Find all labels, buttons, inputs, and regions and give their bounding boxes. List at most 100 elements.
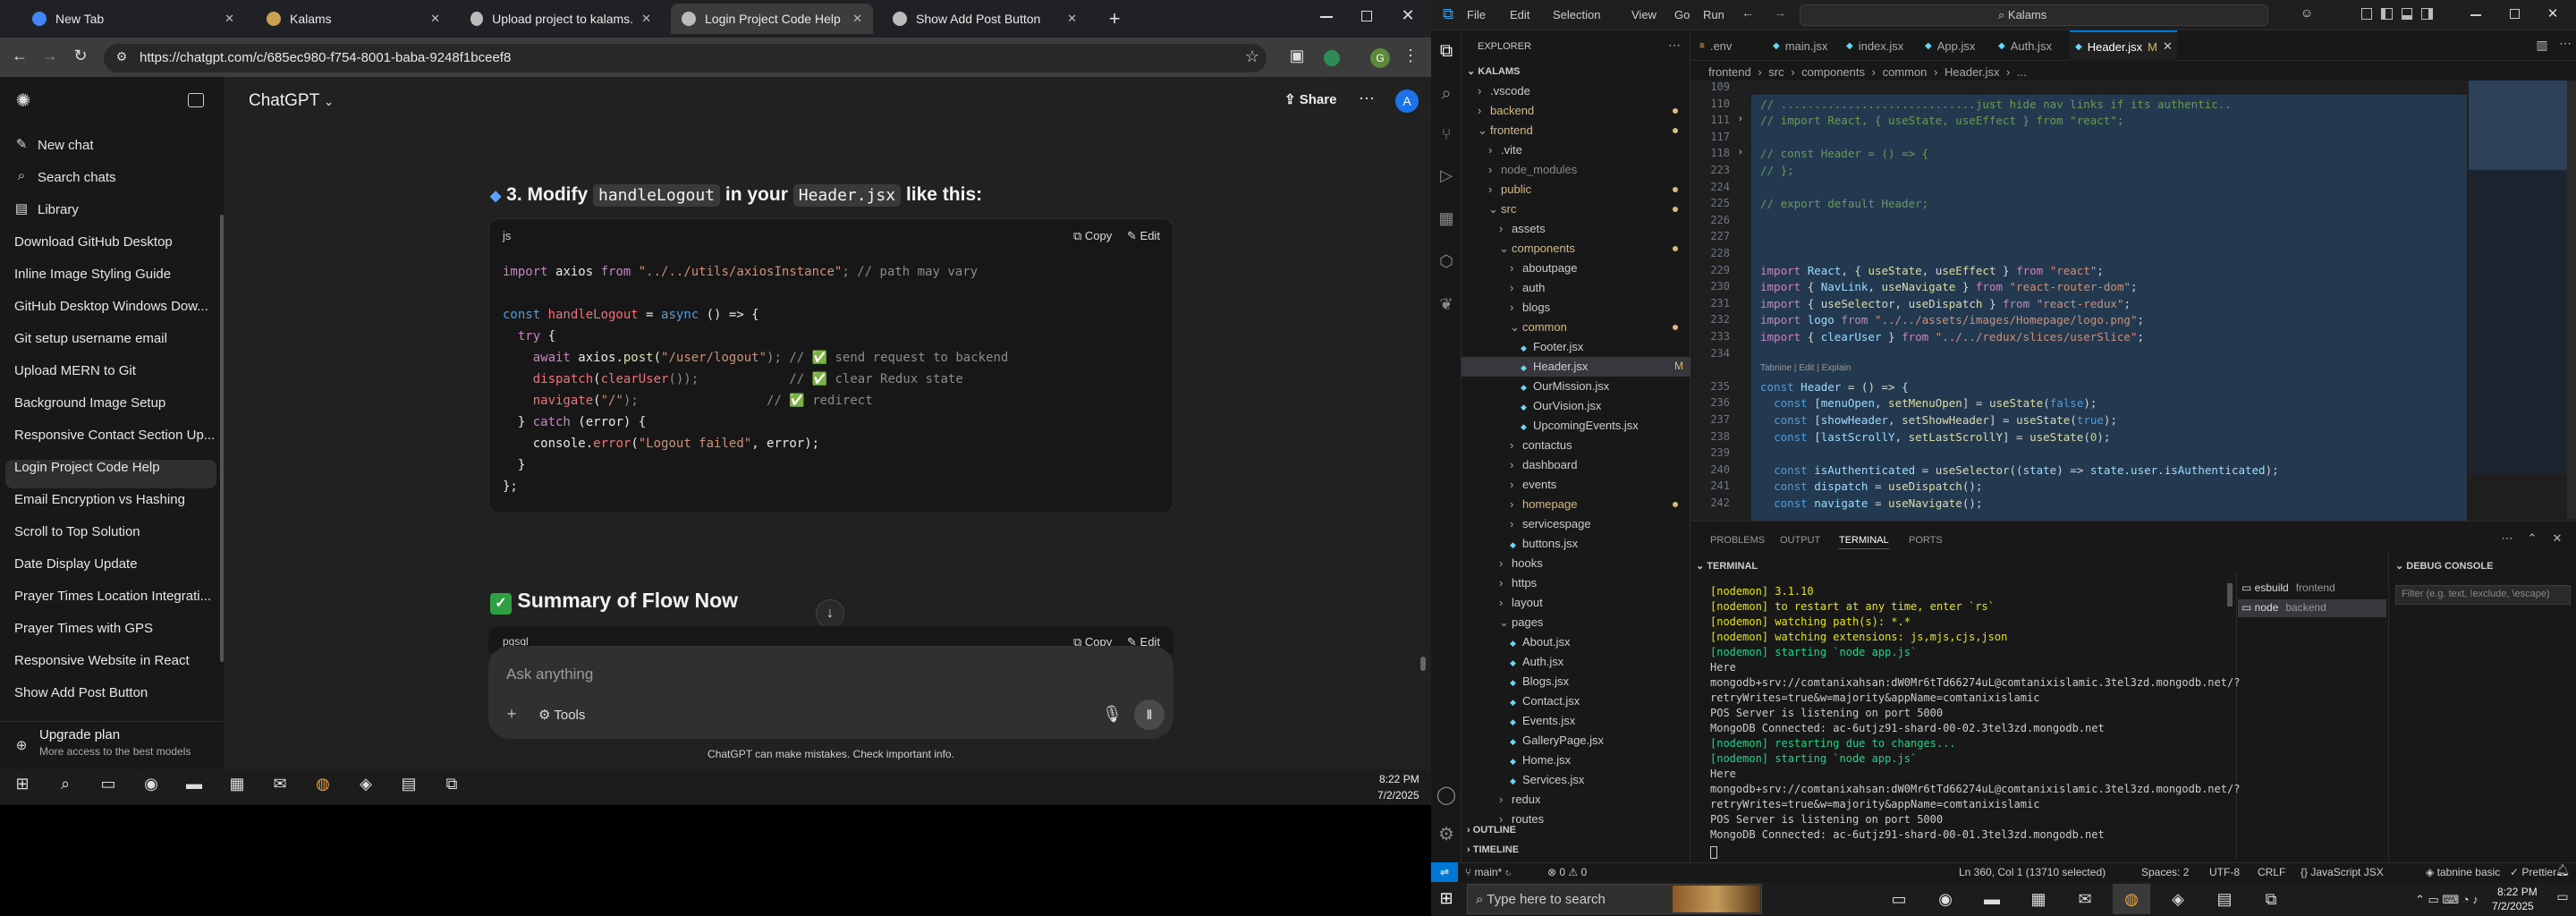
library-button[interactable]: Library <box>38 202 79 217</box>
system-tray[interactable]: ⌃ ▭ ⌨ ◔ ♪ <box>2415 893 2479 907</box>
fold-icon[interactable]: › <box>1739 114 1742 124</box>
history-item[interactable]: Inline Image Styling Guide <box>14 267 171 282</box>
tree-item[interactable]: ⌄ components <box>1499 242 1575 256</box>
tree-item[interactable]: › .vscode <box>1478 84 1530 98</box>
tree-item[interactable]: ◆ Auth.jsx <box>1510 655 1563 668</box>
editor-scrollbar[interactable] <box>2567 81 2576 519</box>
editor-tab[interactable]: ◆ Header.jsx M ✕ <box>2070 30 2177 61</box>
tree-item[interactable]: › hooks <box>1499 556 1543 570</box>
search-chats-button[interactable]: Search chats <box>38 170 116 185</box>
tree-item[interactable]: ◆ buttons.jsx <box>1510 537 1578 550</box>
panel-tab[interactable]: PROBLEMS <box>1710 535 1765 548</box>
browser-tab[interactable]: Login Project Code Help ✕ <box>671 4 873 34</box>
terminal-icon[interactable]: ▤ <box>397 775 420 793</box>
browser-tab[interactable]: Kalams ✕ <box>256 4 451 34</box>
history-item[interactable]: Responsive Website in React <box>14 653 190 668</box>
tab-close-icon[interactable]: ✕ <box>1067 12 1077 26</box>
terminal-scrollbar[interactable] <box>2227 583 2233 606</box>
tools-button[interactable]: ⚙ Tools <box>538 707 585 723</box>
remote-explorer-icon[interactable]: ⬡ <box>1436 252 1457 271</box>
tree-item[interactable]: › auth <box>1510 281 1545 294</box>
tree-item[interactable]: ◆ GalleryPage.jsx <box>1510 734 1604 747</box>
breadcrumb-item[interactable]: frontend <box>1708 65 1751 79</box>
search-icon[interactable]: ⌕ <box>13 168 30 183</box>
store-icon[interactable]: ▦ <box>2027 890 2050 909</box>
history-item[interactable]: Scroll to Top Solution <box>14 524 140 539</box>
history-item[interactable]: GitHub Desktop Windows Dow... <box>14 299 208 314</box>
outline-section[interactable]: › OUTLINE <box>1467 825 1516 835</box>
breadcrumb-item[interactable]: ... <box>2017 65 2027 79</box>
tree-item[interactable]: › routes <box>1499 812 1544 826</box>
language-status[interactable]: {} JavaScript JSX <box>2301 866 2384 878</box>
sidebar-toggle-icon[interactable] <box>188 93 204 107</box>
tree-item[interactable]: › homepage <box>1510 497 1577 511</box>
tree-item[interactable]: ◆ Header.jsx <box>1521 360 1588 373</box>
tree-item[interactable]: › .vite <box>1488 143 1522 157</box>
tree-item[interactable]: › redux <box>1499 793 1541 806</box>
prettier-status[interactable]: ✓ Prettier <box>2510 866 2556 878</box>
minimap-slider[interactable] <box>2469 81 2567 170</box>
close-panel-icon[interactable]: ✕ <box>2549 531 2565 546</box>
tab-close-icon[interactable]: ✕ <box>852 12 862 26</box>
more-options-icon[interactable]: ⋯ <box>1358 89 1376 108</box>
tree-item[interactable]: › node_modules <box>1488 163 1577 176</box>
eol-status[interactable]: CRLF <box>2258 866 2285 878</box>
history-item[interactable]: Prayer Times with GPS <box>14 621 153 636</box>
editor-tab[interactable]: ≡ .env <box>1694 30 1766 61</box>
chat-input[interactable]: Ask anything <box>506 666 1132 683</box>
minimize-button[interactable] <box>1320 16 1333 18</box>
tree-item[interactable]: › layout <box>1499 596 1543 609</box>
tree-item[interactable]: › https <box>1499 576 1537 589</box>
tree-item[interactable]: › events <box>1510 478 1556 491</box>
back-icon[interactable]: ← <box>9 47 30 65</box>
layout-sidebar-icon[interactable] <box>2381 8 2393 20</box>
browser-menu-icon[interactable]: ⋮ <box>1402 47 1419 65</box>
run-debug-icon[interactable]: ▷ <box>1436 166 1457 185</box>
task-view-icon[interactable]: ▭ <box>1887 890 1911 909</box>
history-item[interactable]: Show Add Post Button <box>14 685 148 700</box>
tree-item[interactable]: ◆ Contact.jsx <box>1510 694 1580 708</box>
panel-tab[interactable]: OUTPUT <box>1780 535 1820 548</box>
panel-more-icon[interactable]: ⋯ <box>2499 531 2515 546</box>
tab-close-icon[interactable]: ✕ <box>225 12 234 26</box>
tree-item[interactable]: ◆ Home.jsx <box>1510 753 1571 767</box>
reload-icon[interactable]: ↻ <box>70 47 91 65</box>
new-chat-icon[interactable]: ✎ <box>13 136 30 152</box>
close-window-button[interactable]: ✕ <box>1399 6 1417 25</box>
tree-item[interactable]: ⌄ src <box>1488 202 1516 216</box>
vscode-maximize-button[interactable] <box>2510 9 2520 19</box>
account-icon[interactable]: ◯ <box>1436 784 1457 806</box>
edge-icon[interactable]: ◉ <box>1934 890 1957 909</box>
breadcrumb-item[interactable]: common <box>1883 65 1928 79</box>
history-item[interactable]: Date Display Update <box>14 556 138 572</box>
explorer-icon[interactable]: ⧉ <box>1436 41 1457 62</box>
notification-center-icon[interactable]: ▭ <box>2555 889 2571 904</box>
panel-tab[interactable]: PORTS <box>1909 535 1943 548</box>
tree-item[interactable]: ⌄ frontend <box>1478 123 1533 138</box>
editor-tab[interactable]: ◆ index.jsx <box>1841 30 1918 61</box>
menu-item-go[interactable]: Go <box>1674 8 1690 21</box>
tree-item[interactable]: ⌄ common <box>1510 320 1567 335</box>
nav-back-icon[interactable]: ← <box>1739 5 1757 20</box>
extension-icon[interactable]: ▣ <box>1288 47 1306 65</box>
vscode-blue-icon[interactable]: ⧉ <box>2259 890 2283 909</box>
history-item[interactable]: Download GitHub Desktop <box>14 234 173 250</box>
mongodb-icon[interactable]: ❦ <box>1436 295 1457 314</box>
layout-right-icon[interactable] <box>2421 8 2433 20</box>
menu-item-view[interactable]: View <box>1631 8 1657 21</box>
library-icon[interactable]: ▤ <box>13 200 30 216</box>
notifications-icon[interactable]: 🔔︎ <box>2555 863 2571 878</box>
edit-button[interactable]: ✎ Edit <box>1127 229 1160 243</box>
tree-item[interactable]: › servicespage <box>1510 517 1591 530</box>
start-button-icon[interactable]: ⊞ <box>1436 889 1456 908</box>
tree-item[interactable]: ◆ UpcomingEvents.jsx <box>1521 419 1639 432</box>
chat-scrollbar[interactable] <box>1420 657 1426 671</box>
history-item[interactable]: Upload MERN to Git <box>14 363 136 378</box>
tree-item[interactable]: › blogs <box>1510 301 1550 314</box>
maximize-panel-icon[interactable]: ⌃ <box>2524 531 2540 546</box>
store-icon[interactable]: ▦ <box>225 775 249 793</box>
tree-item[interactable]: ⌄ pages <box>1499 615 1543 630</box>
workspace-root[interactable]: ⌄ KALAMS <box>1467 65 1520 77</box>
extension-icon-green[interactable] <box>1324 50 1340 66</box>
site-info-icon[interactable]: ⚙ <box>113 49 131 64</box>
